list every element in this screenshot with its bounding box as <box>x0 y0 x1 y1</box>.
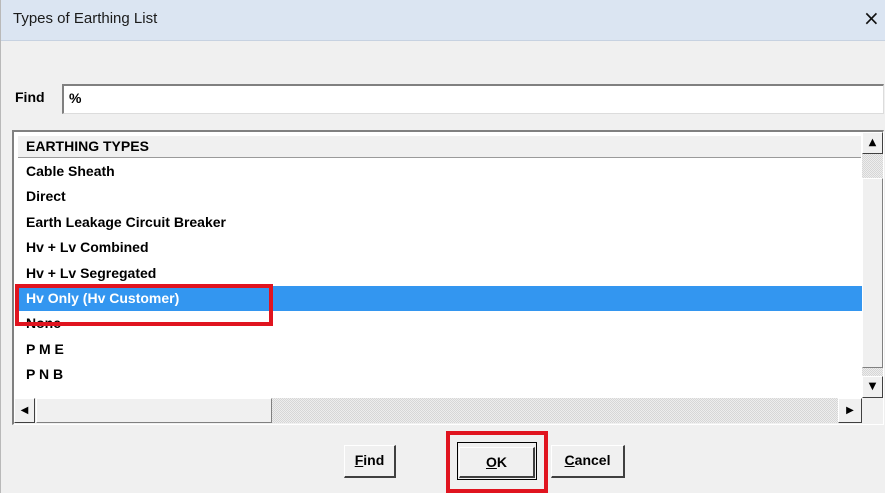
find-input[interactable]: % <box>62 84 884 114</box>
scroll-up-icon[interactable]: ▲ <box>862 132 883 154</box>
column-header[interactable]: EARTHING TYPES <box>18 136 861 158</box>
find-button-mnemonic: F <box>354 452 364 468</box>
list-item[interactable]: P N B <box>18 362 862 387</box>
list-item[interactable]: Earth Leakage Circuit Breaker <box>18 210 862 235</box>
find-label: Find <box>15 89 45 105</box>
ok-button[interactable]: OK <box>459 447 535 478</box>
scroll-left-icon[interactable]: ◀ <box>14 398 35 423</box>
vertical-scroll-track[interactable] <box>862 154 883 376</box>
list-rows: Cable Sheath Direct Earth Leakage Circui… <box>18 159 862 388</box>
cancel-button-label: ancel <box>574 452 611 468</box>
ok-button-mnemonic: O <box>485 454 497 470</box>
horizontal-scrollbar[interactable]: ◀ ▶ <box>14 398 862 423</box>
find-button[interactable]: Find <box>344 445 396 478</box>
close-icon[interactable]: × <box>863 8 880 28</box>
vertical-scrollbar[interactable]: ▲ ▼ <box>862 132 883 398</box>
horizontal-scroll-thumb[interactable] <box>36 398 272 423</box>
earthing-types-list[interactable]: EARTHING TYPES Cable Sheath Direct Earth… <box>12 130 884 425</box>
scroll-right-icon[interactable]: ▶ <box>838 398 862 423</box>
selection-highlight-annotation <box>15 284 273 326</box>
list-item[interactable]: Cable Sheath <box>18 159 862 184</box>
list-item[interactable]: Direct <box>18 184 862 209</box>
cancel-button-mnemonic: C <box>564 452 575 468</box>
find-button-label: ind <box>363 452 385 468</box>
list-item[interactable]: Hv + Lv Combined <box>18 235 862 260</box>
window-title: Types of Earthing List <box>13 10 158 27</box>
scroll-down-icon[interactable]: ▼ <box>862 376 883 398</box>
list-item[interactable]: Hv + Lv Segregated <box>18 261 862 286</box>
list-content: EARTHING TYPES Cable Sheath Direct Earth… <box>14 132 862 398</box>
scroll-corner <box>862 398 883 423</box>
list-item[interactable]: P M E <box>18 337 862 362</box>
earthing-types-dialog: Types of Earthing List × Find % EARTHING… <box>0 0 885 493</box>
ok-button-label: K <box>496 454 507 470</box>
vertical-scroll-thumb[interactable] <box>862 178 883 368</box>
title-bar: Types of Earthing List × <box>1 0 885 41</box>
cancel-button[interactable]: Cancel <box>551 445 625 478</box>
